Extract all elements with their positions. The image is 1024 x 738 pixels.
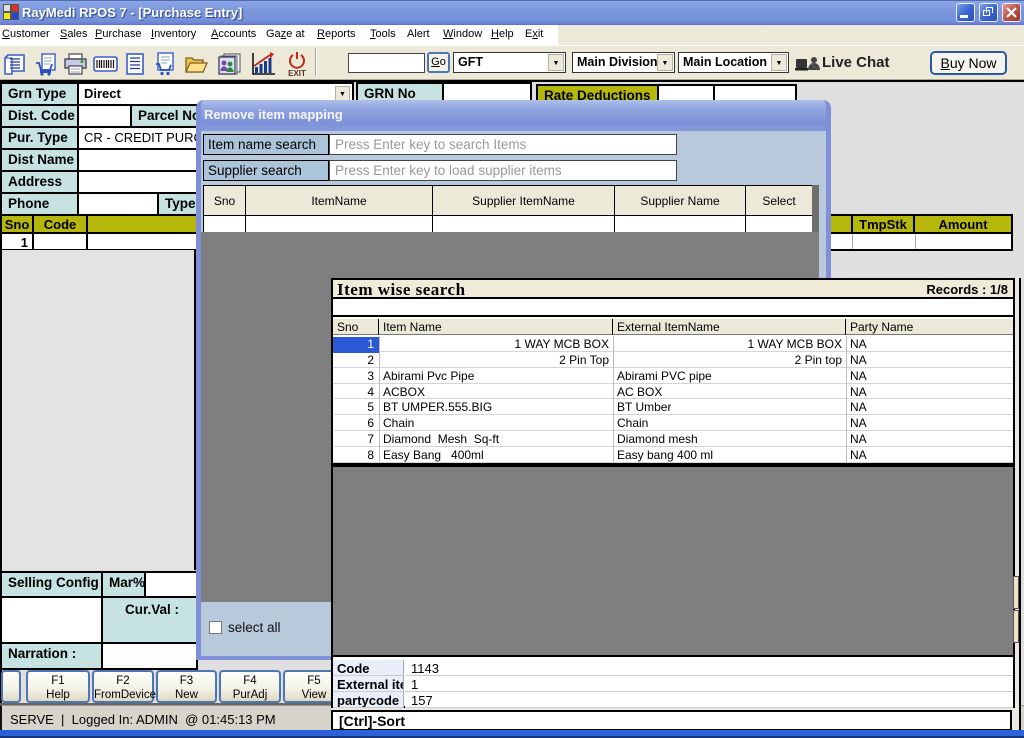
svg-text:EXIT: EXIT — [288, 69, 306, 78]
